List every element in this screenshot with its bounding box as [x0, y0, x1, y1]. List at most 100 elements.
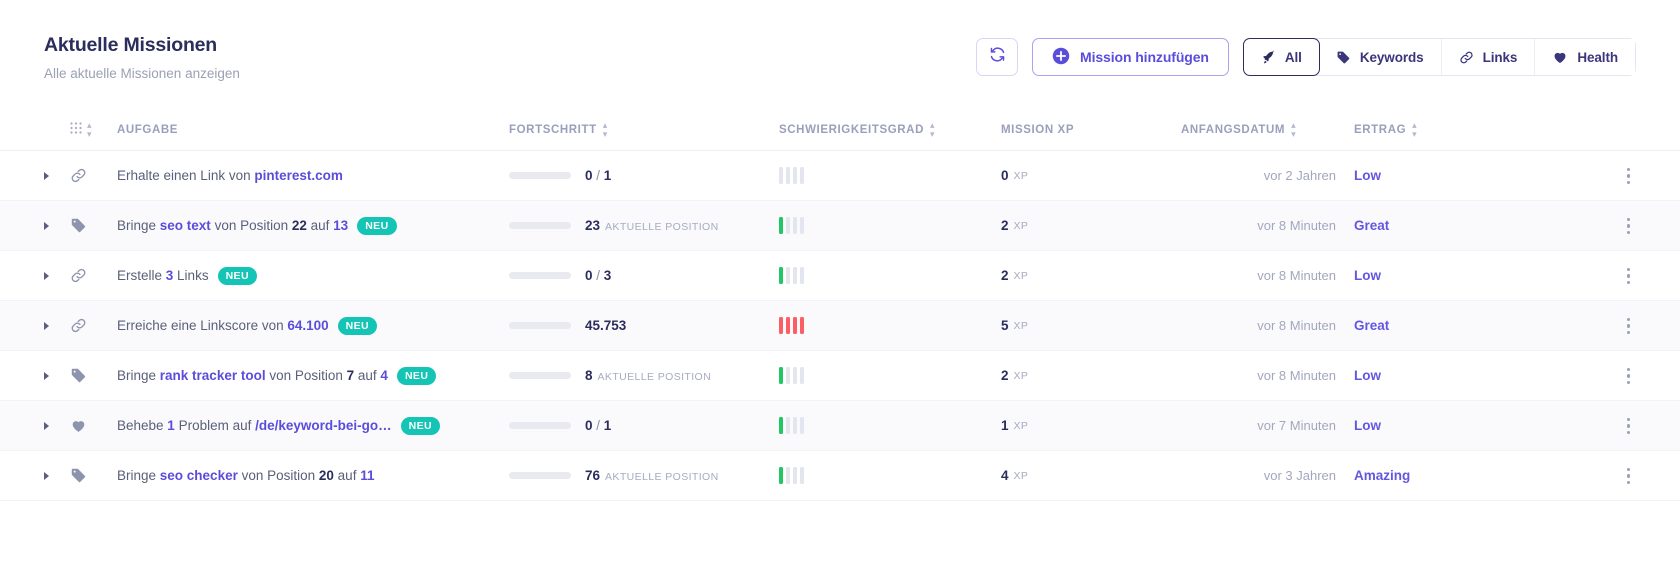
filter-tab-keywords[interactable]: Keywords [1318, 39, 1442, 75]
table-row[interactable]: Erstelle 3 Links NEU 0 / 3 2 XP vor 8 Minuten… [0, 251, 1680, 302]
expand-caret-icon[interactable] [44, 221, 49, 230]
xp-unit: XP [1013, 169, 1029, 182]
row-menu-button[interactable] [1621, 464, 1637, 489]
expand-caret-icon[interactable] [44, 171, 49, 180]
tag-icon [70, 467, 87, 484]
yield-cell: Great [1336, 218, 1486, 233]
xp-cell: 2 XP [1001, 218, 1181, 233]
plus-circle-icon [1052, 47, 1070, 68]
row-menu-button[interactable] [1621, 264, 1637, 289]
progress-cell: 76 AKTUELLE POSITION [509, 468, 779, 483]
column-header-grid[interactable]: ▴ ▾ [70, 120, 117, 139]
table-row[interactable]: Bringe seo text von Position 22 auf 13 NE… [0, 201, 1680, 252]
difficulty-bar [800, 417, 804, 435]
new-badge: NEU [357, 216, 397, 235]
difficulty-bar [800, 367, 804, 385]
column-header-task-label: AUFGABE [117, 123, 179, 136]
yield-cell: Low [1336, 368, 1486, 383]
sort-icon-progress[interactable]: ▴ ▾ [603, 120, 608, 139]
filter-tab-links[interactable]: Links [1441, 39, 1536, 75]
task-cell: Erreiche eine Linkscore von 64.100 NEU [117, 316, 509, 335]
start-date-value: vor 2 Jahren [1263, 168, 1336, 184]
task-cell: Bringe seo checker von Position 20 auf 1… [117, 468, 509, 483]
task-cell: Bringe seo text von Position 22 auf 13 NE… [117, 216, 509, 235]
difficulty-bar [800, 217, 804, 235]
header-actions: Mission hinzufügen All Keywords Links He… [976, 30, 1636, 76]
new-badge: NEU [217, 266, 257, 285]
start-date-value: vor 7 Minuten [1257, 418, 1336, 434]
rocket-icon [1261, 49, 1276, 65]
filter-tab-health-label: Health [1577, 49, 1618, 65]
sort-icon-yield[interactable]: ▴ ▾ [1412, 120, 1417, 139]
progress-bar [509, 322, 571, 330]
progress-bar [509, 272, 571, 280]
difficulty-bar [786, 167, 790, 185]
row-type-cell [70, 367, 117, 384]
difficulty-bar [786, 467, 790, 485]
column-header-yield[interactable]: ERTRAG ▴ ▾ [1336, 120, 1486, 139]
task-label: Behebe 1 Problem auf /de/keyword-bei-go… [117, 418, 392, 434]
yield-cell: Great [1336, 318, 1486, 333]
row-menu-button[interactable] [1621, 414, 1637, 439]
xp-value: 0 [1001, 168, 1009, 184]
difficulty-bar [793, 467, 797, 485]
start-date-cell: vor 8 Minuten [1181, 218, 1336, 233]
filter-segmented-control: All Keywords Links Health [1242, 38, 1636, 76]
table-row[interactable]: Erreiche eine Linkscore von 64.100 NEU 45.… [0, 301, 1680, 352]
start-date-cell: vor 8 Minuten [1181, 368, 1336, 383]
table-row[interactable]: Behebe 1 Problem auf /de/keyword-bei-go…… [0, 401, 1680, 452]
xp-unit: XP [1013, 369, 1029, 382]
missions-page: Aktuelle Missionen Alle aktuelle Mission… [0, 0, 1680, 571]
row-menu-button[interactable] [1621, 364, 1637, 389]
sort-icon-grid[interactable]: ▴ ▾ [87, 120, 92, 139]
xp-unit: XP [1013, 319, 1029, 332]
expand-caret-icon[interactable] [44, 371, 49, 380]
yield-value: Low [1354, 418, 1381, 434]
task-label: Bringe seo checker von Position 20 auf 1… [117, 468, 375, 484]
refresh-button[interactable] [976, 38, 1019, 76]
difficulty-bar [800, 167, 804, 185]
row-menu-button[interactable] [1621, 164, 1637, 189]
column-header-progress-label: FORTSCHRITT [509, 123, 597, 136]
task-label: Bringe rank tracker tool von Position 7 … [117, 368, 388, 384]
expand-caret-icon[interactable] [44, 471, 49, 480]
table-body: Erhalte einen Link von pinterest.com 0 / … [0, 151, 1680, 502]
yield-value: Low [1354, 168, 1381, 184]
expand-caret-icon[interactable] [44, 271, 49, 280]
filter-tab-all-label: All [1284, 49, 1302, 65]
filter-tab-all[interactable]: All [1242, 38, 1320, 76]
column-header-start-date[interactable]: ANFANGSDATUM ▴ ▾ [1181, 120, 1336, 139]
task-cell: Erhalte einen Link von pinterest.com [117, 168, 509, 183]
task-cell: Bringe rank tracker tool von Position 7 … [117, 366, 509, 385]
page-subtitle: Alle aktuelle Missionen anzeigen [44, 66, 240, 82]
column-header-difficulty[interactable]: SCHWIERIGKEITSGRAD ▴ ▾ [779, 120, 1001, 139]
sort-icon-difficulty[interactable]: ▴ ▾ [930, 120, 935, 139]
progress-cell: 0 / 1 [509, 418, 779, 433]
progress-label: 8 AKTUELLE POSITION [585, 368, 712, 384]
difficulty-bar [779, 267, 783, 285]
expand-caret-icon[interactable] [44, 421, 49, 430]
row-expand-cell [44, 271, 70, 280]
progress-cell: 0 / 3 [509, 268, 779, 283]
progress-bar [509, 372, 571, 380]
difficulty-cell [779, 267, 1001, 285]
row-type-cell [70, 417, 117, 434]
xp-unit: XP [1013, 219, 1029, 232]
task-label: Bringe seo text von Position 22 auf 13 [117, 218, 349, 234]
row-menu-button[interactable] [1621, 214, 1637, 239]
add-mission-button[interactable]: Mission hinzufügen [1032, 38, 1229, 76]
difficulty-bar [793, 417, 797, 435]
column-header-progress[interactable]: FORTSCHRITT ▴ ▾ [509, 120, 779, 139]
yield-cell: Low [1336, 418, 1486, 433]
filter-tab-health[interactable]: Health [1535, 39, 1635, 75]
table-row[interactable]: Bringe rank tracker tool von Position 7 … [0, 351, 1680, 402]
difficulty-cell [779, 167, 1001, 185]
table-row[interactable]: Bringe seo checker von Position 20 auf 1… [0, 451, 1680, 502]
difficulty-cell [779, 217, 1001, 235]
sort-icon-start-date[interactable]: ▴ ▾ [1291, 120, 1296, 139]
expand-caret-icon[interactable] [44, 321, 49, 330]
xp-cell: 4 XP [1001, 468, 1181, 483]
start-date-value: vor 8 Minuten [1257, 318, 1336, 334]
table-row[interactable]: Erhalte einen Link von pinterest.com 0 / … [0, 151, 1680, 202]
row-menu-button[interactable] [1621, 314, 1637, 339]
